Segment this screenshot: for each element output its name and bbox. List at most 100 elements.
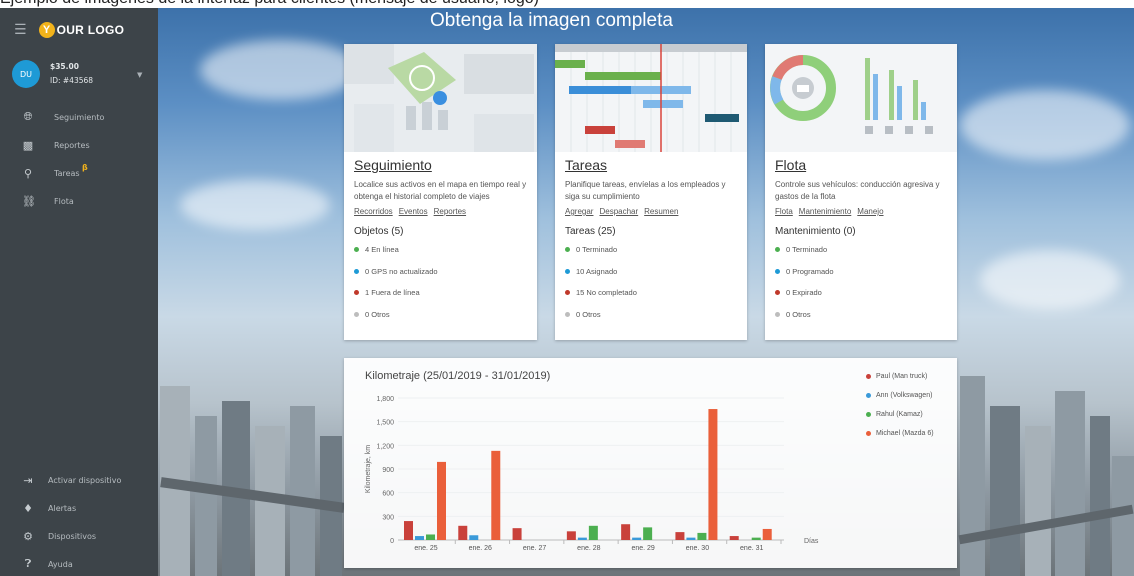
legend-item[interactable]: Rahul (Kamaz) — [866, 405, 934, 424]
bar — [762, 528, 772, 540]
stat-row[interactable]: 0 Terminado — [775, 239, 947, 261]
bar — [469, 535, 479, 540]
sidebar-item-tareas[interactable]: ⚲ Tareas β — [0, 159, 158, 187]
user-balance: $35.00 — [50, 62, 79, 71]
sidebar-item-label: Flota — [54, 196, 74, 206]
sidebar-item-label: Activar dispositivo — [48, 475, 122, 485]
mileage-chart-card: 0 300 600 900 1,200 1,500 1,800 Kilometraje, km… — [344, 358, 957, 568]
bar — [729, 536, 739, 540]
chart-title: Kilometraje (25/01/2019 - 31/01/2019) — [365, 370, 551, 382]
link-flota[interactable]: Flota — [775, 207, 793, 216]
status-dot — [354, 268, 359, 274]
car-icon: ⛓ — [22, 194, 36, 208]
y-tick-label: 300 — [382, 514, 394, 521]
chart-legend: Paul (Man truck) Ann (Volkswagen) Rahul … — [866, 367, 934, 443]
y-axis-label: Kilometraje, km — [365, 445, 372, 493]
link-reportes[interactable]: Reportes — [434, 207, 466, 216]
card-subtitle: Mantenimiento (0) — [775, 226, 856, 237]
report-icon: ▩ — [22, 138, 34, 152]
card-subtitle: Objetos (5) — [354, 226, 404, 237]
top-caption-strip: Ejemplo de imágenes de la interfaz para … — [0, 0, 1134, 8]
fleet-illustration — [765, 44, 957, 152]
sidebar-item-dispositivos[interactable]: ⚙ Dispositivos — [0, 522, 158, 550]
x-tick-label: ene. 25 — [414, 545, 437, 552]
hamburger-icon[interactable]: ☰ — [14, 23, 27, 37]
logo-text: OUR LOGO — [56, 22, 125, 37]
x-tick-label: ene. 27 — [523, 545, 546, 552]
link-recorridos[interactable]: Recorridos — [354, 207, 393, 216]
stat-row[interactable]: 0 Otros — [775, 304, 947, 326]
x-tick-label: ene. 26 — [469, 545, 492, 552]
stat-text: 0 Otros — [576, 309, 601, 319]
x-tick-label: ene. 28 — [577, 545, 600, 552]
bar — [426, 534, 435, 540]
stat-row[interactable]: 0 Programado — [775, 261, 947, 283]
user-panel[interactable]: DU $35.00 ID: #43568 ▼ — [0, 51, 158, 97]
legend-label: Paul (Man truck) — [876, 373, 928, 380]
stat-row[interactable]: 0 Otros — [354, 304, 527, 326]
card-title[interactable]: Seguimiento — [354, 157, 527, 173]
sidebar-nav: 🌐︎ Seguimiento ▩ Reportes ⚲ Tareas β ⛓ F… — [0, 103, 158, 215]
sidebar-item-ayuda[interactable]: ❓︎ Ayuda — [0, 550, 158, 576]
stat-row[interactable]: 0 Expirado — [775, 282, 947, 304]
bar — [632, 537, 642, 540]
status-dot — [354, 311, 359, 317]
status-dot — [775, 290, 780, 296]
avatar: DU — [12, 60, 40, 88]
x-tick-label: ene. 29 — [631, 545, 654, 552]
sidebar-item-reportes[interactable]: ▩ Reportes — [0, 131, 158, 159]
logo-badge: Y — [38, 21, 55, 38]
status-dot — [354, 290, 359, 296]
stat-row[interactable]: 15 No completado — [565, 282, 737, 304]
bar — [404, 521, 413, 540]
link-mantenimiento[interactable]: Mantenimiento — [799, 207, 851, 216]
stat-row[interactable]: 0 Terminado — [565, 239, 737, 261]
stat-row[interactable]: 10 Asignado — [565, 261, 737, 283]
link-eventos[interactable]: Eventos — [399, 207, 428, 216]
chevron-down-icon[interactable]: ▼ — [137, 71, 142, 79]
legend-dot — [866, 431, 871, 436]
legend-item[interactable]: Michael (Mazda 6) — [866, 424, 934, 443]
stat-text: 0 Terminado — [576, 245, 618, 255]
legend-label: Rahul (Kamaz) — [876, 411, 923, 418]
card-description: Localice sus activos en el mapa en tiemp… — [354, 180, 527, 201]
card-title[interactable]: Flota — [775, 157, 947, 173]
stat-text: 4 En línea — [365, 245, 399, 255]
card-flota: Flota Controle sus vehículos: conducción… — [765, 44, 957, 340]
stat-row[interactable]: 0 Otros — [565, 304, 737, 326]
bar — [491, 450, 501, 540]
status-dot — [354, 247, 359, 253]
link-resumen[interactable]: Resumen — [644, 207, 678, 216]
stat-row[interactable]: 0 GPS no actualizado — [354, 261, 527, 283]
stat-row[interactable]: 4 En línea — [354, 239, 527, 261]
sidebar-header: ☰ Y OUR LOGO — [0, 8, 158, 51]
user-id: ID: #43568 — [50, 76, 94, 85]
bar — [437, 461, 446, 540]
link-agregar[interactable]: Agregar — [565, 207, 593, 216]
y-tick-label: 1,500 — [376, 420, 394, 427]
sidebar-item-label: Alertas — [48, 503, 77, 513]
bar — [643, 527, 653, 540]
sidebar-item-label: Ayuda — [48, 559, 73, 569]
bar — [686, 537, 696, 540]
legend-item[interactable]: Paul (Man truck) — [866, 367, 934, 386]
sidebar-item-label: Tareas — [54, 168, 80, 178]
stat-text: 10 Asignado — [576, 266, 618, 276]
legend-dot — [866, 412, 871, 417]
sidebar-item-flota[interactable]: ⛓ Flota — [0, 187, 158, 215]
stat-row[interactable]: 1 Fuera de línea — [354, 282, 527, 304]
legend-label: Ann (Volkswagen) — [876, 392, 933, 399]
bell-icon: ♦ — [23, 501, 33, 515]
link-manejo[interactable]: Manejo — [857, 207, 883, 216]
sidebar-item-alertas[interactable]: ♦ Alertas — [0, 494, 158, 522]
stat-text: 0 Terminado — [786, 245, 828, 255]
sidebar-item-activar-dispositivo[interactable]: ⇥ Activar dispositivo — [0, 466, 158, 494]
card-title[interactable]: Tareas — [565, 157, 737, 173]
link-despachar[interactable]: Despachar — [599, 207, 638, 216]
bar — [415, 536, 424, 540]
legend-item[interactable]: Ann (Volkswagen) — [866, 386, 934, 405]
y-tick-label: 600 — [382, 491, 394, 498]
logo[interactable]: Y OUR LOGO — [38, 21, 125, 38]
sidebar-item-seguimiento[interactable]: 🌐︎ Seguimiento — [0, 103, 158, 131]
globe-icon: 🌐︎ — [23, 110, 33, 123]
